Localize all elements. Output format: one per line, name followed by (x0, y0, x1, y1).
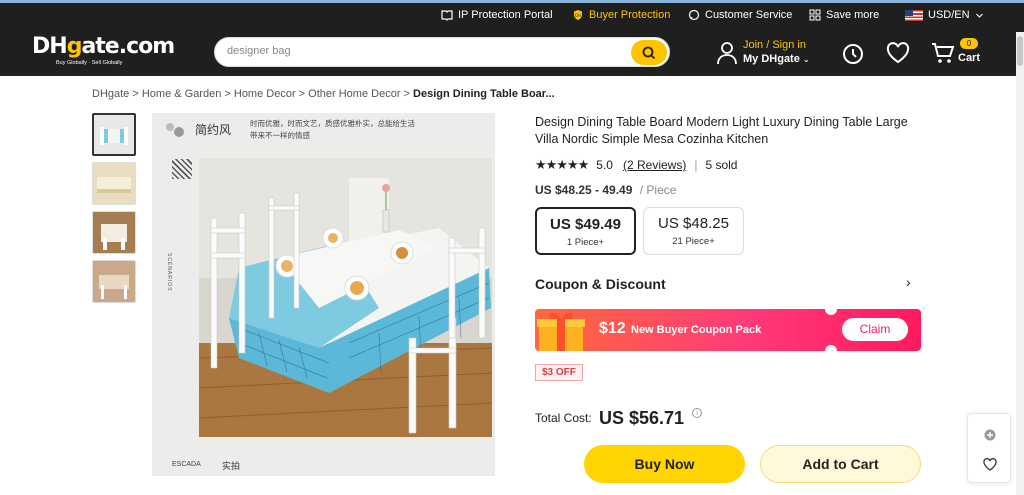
price-tier-1[interactable]: US $49.49 1 Piece+ (535, 207, 636, 255)
heart-icon[interactable] (983, 458, 997, 471)
image-subtitle-line1: 时而优雅，时而文艺，质感优雅朴实，总能给生活 (250, 119, 415, 128)
star-rating-icon: ★★★★★ (535, 157, 589, 172)
thumbnail-4[interactable] (92, 260, 136, 303)
save-more-label: Save more (826, 9, 880, 21)
heart-icon[interactable] (886, 42, 910, 64)
thumbnail-3[interactable] (92, 211, 136, 254)
buyer-protection-link[interactable]: DH Buyer Protection (572, 9, 670, 21)
main-product-image[interactable]: 简约风 时而优雅，时而文艺，质感优雅朴实，总能给生活 带来不一样的情感 SCEN… (152, 113, 495, 476)
discount-tag: $3 OFF (535, 364, 583, 381)
grid-icon (809, 9, 821, 21)
total-cost-value: US $56.71 (599, 408, 685, 428)
product-title: Design Dining Table Board Modern Light L… (535, 115, 908, 146)
info-icon[interactable]: i (692, 408, 702, 418)
scrollbar-thumb[interactable] (1017, 36, 1023, 66)
chevron-down-icon (975, 13, 983, 18)
thumbnail-list (92, 113, 136, 309)
hatch-pattern (172, 159, 192, 179)
price-range: US $48.25 - 49.49 / Piece (535, 183, 676, 197)
image-side-label: SCENARIOS (166, 253, 172, 292)
tier-price: US $48.25 (658, 215, 729, 232)
us-flag-icon (905, 9, 923, 21)
breadcrumb-current: Design Dining Table Boar... (413, 88, 555, 100)
customer-service-link[interactable]: Customer Service (688, 9, 792, 21)
breadcrumb-other-home-decor[interactable]: Other Home Decor (308, 88, 400, 100)
search-bar (214, 37, 670, 67)
image-subtitle-line2: 带来不一样的情感 (250, 131, 310, 140)
top-bar: IP Protection Portal DH Buyer Protection… (0, 0, 1024, 32)
breadcrumb-home-decor[interactable]: Home Decor (234, 88, 296, 100)
price-tier-2[interactable]: US $48.25 21 Piece+ (643, 207, 744, 255)
shield-icon: DH (574, 10, 582, 20)
thumbnail-2[interactable] (92, 162, 136, 205)
signin-link[interactable]: Join / Sign in (743, 39, 806, 51)
search-input[interactable] (227, 45, 607, 57)
main-header: DHgate.com Buy Globally · Sell Globally … (0, 32, 1024, 76)
chevron-down-icon: ⌄ (802, 55, 810, 64)
chevron-right-icon[interactable]: › (906, 274, 911, 290)
plus-circle-icon[interactable] (984, 429, 996, 441)
buy-now-button[interactable]: Buy Now (584, 445, 745, 483)
cart-count-badge: 0 (960, 38, 978, 49)
buyer-protection-label: Buyer Protection (589, 9, 671, 21)
coupon-text: New Buyer Coupon Pack (631, 324, 762, 336)
coupon-section-title: Coupon & Discount (535, 276, 666, 292)
tier-quantity: 21 Piece+ (672, 236, 715, 247)
cart-label[interactable]: Cart (958, 52, 980, 64)
sold-count: 5 sold (705, 158, 738, 172)
logo-wordmark: DHgate.com (32, 34, 175, 59)
add-to-cart-button[interactable]: Add to Cart (760, 445, 921, 483)
ip-protection-label: IP Protection Portal (458, 9, 553, 21)
separator: | (694, 158, 698, 172)
logo-tagline: Buy Globally · Sell Globally (56, 60, 123, 66)
reviews-link[interactable]: (2 Reviews) (623, 158, 686, 172)
save-more-link[interactable]: Save more (809, 9, 879, 21)
tier-price: US $49.49 (550, 216, 621, 233)
breadcrumb: DHgate > Home & Garden > Home Decor > Ot… (92, 88, 555, 100)
customer-service-label: Customer Service (705, 9, 793, 21)
image-footer-en: ESCADA (172, 461, 201, 468)
floating-side-tools (967, 413, 1011, 483)
search-button[interactable] (631, 40, 667, 65)
breadcrumb-home-garden[interactable]: Home & Garden (142, 88, 221, 100)
breadcrumb-dhgate[interactable]: DHgate (92, 88, 129, 100)
my-dhgate-menu[interactable]: My DHgate ⌄ (743, 53, 810, 65)
rating-value: 5.0 (596, 158, 613, 172)
image-subtitle: 时而优雅，时而文艺，质感优雅朴实，总能给生活 带来不一样的情感 (250, 118, 450, 142)
coupon-amount: $12 (599, 320, 626, 337)
my-dhgate-label: My DHgate (743, 53, 800, 65)
dining-table-photo (199, 158, 492, 437)
dhgate-logo[interactable]: DHgate.com Buy Globally · Sell Globally (32, 34, 175, 72)
svg-text:DH: DH (575, 13, 581, 18)
user-icon[interactable] (716, 40, 738, 66)
coupon-banner[interactable]: $12 New Buyer Coupon Pack Claim (535, 309, 921, 351)
price-unit: / Piece (639, 183, 677, 197)
book-icon (441, 10, 453, 21)
chat-icon (688, 9, 700, 21)
total-cost-label: Total Cost: (535, 411, 592, 425)
image-title: 简约风 (195, 123, 232, 137)
page-scrollbar[interactable] (1016, 32, 1024, 495)
history-icon[interactable] (841, 42, 865, 66)
gift-box-icon (537, 312, 585, 351)
claim-button[interactable]: Claim (842, 318, 908, 341)
price-range-value: US $48.25 - 49.49 (535, 183, 633, 197)
cart-icon[interactable] (931, 42, 955, 64)
coupon-notch (825, 345, 837, 351)
search-icon (642, 46, 656, 59)
image-footer-cn: 实拍 (222, 461, 241, 471)
rating-row: ★★★★★ 5.0 (2 Reviews) | 5 sold (535, 157, 737, 173)
coupon-notch (825, 309, 837, 315)
currency-selector[interactable]: USD/EN (905, 9, 984, 21)
decorative-dots-icon (166, 123, 184, 137)
thumbnail-1[interactable] (92, 113, 136, 156)
ip-protection-link[interactable]: IP Protection Portal (441, 9, 553, 21)
tier-quantity: 1 Piece+ (566, 237, 605, 248)
currency-label: USD/EN (928, 9, 970, 21)
